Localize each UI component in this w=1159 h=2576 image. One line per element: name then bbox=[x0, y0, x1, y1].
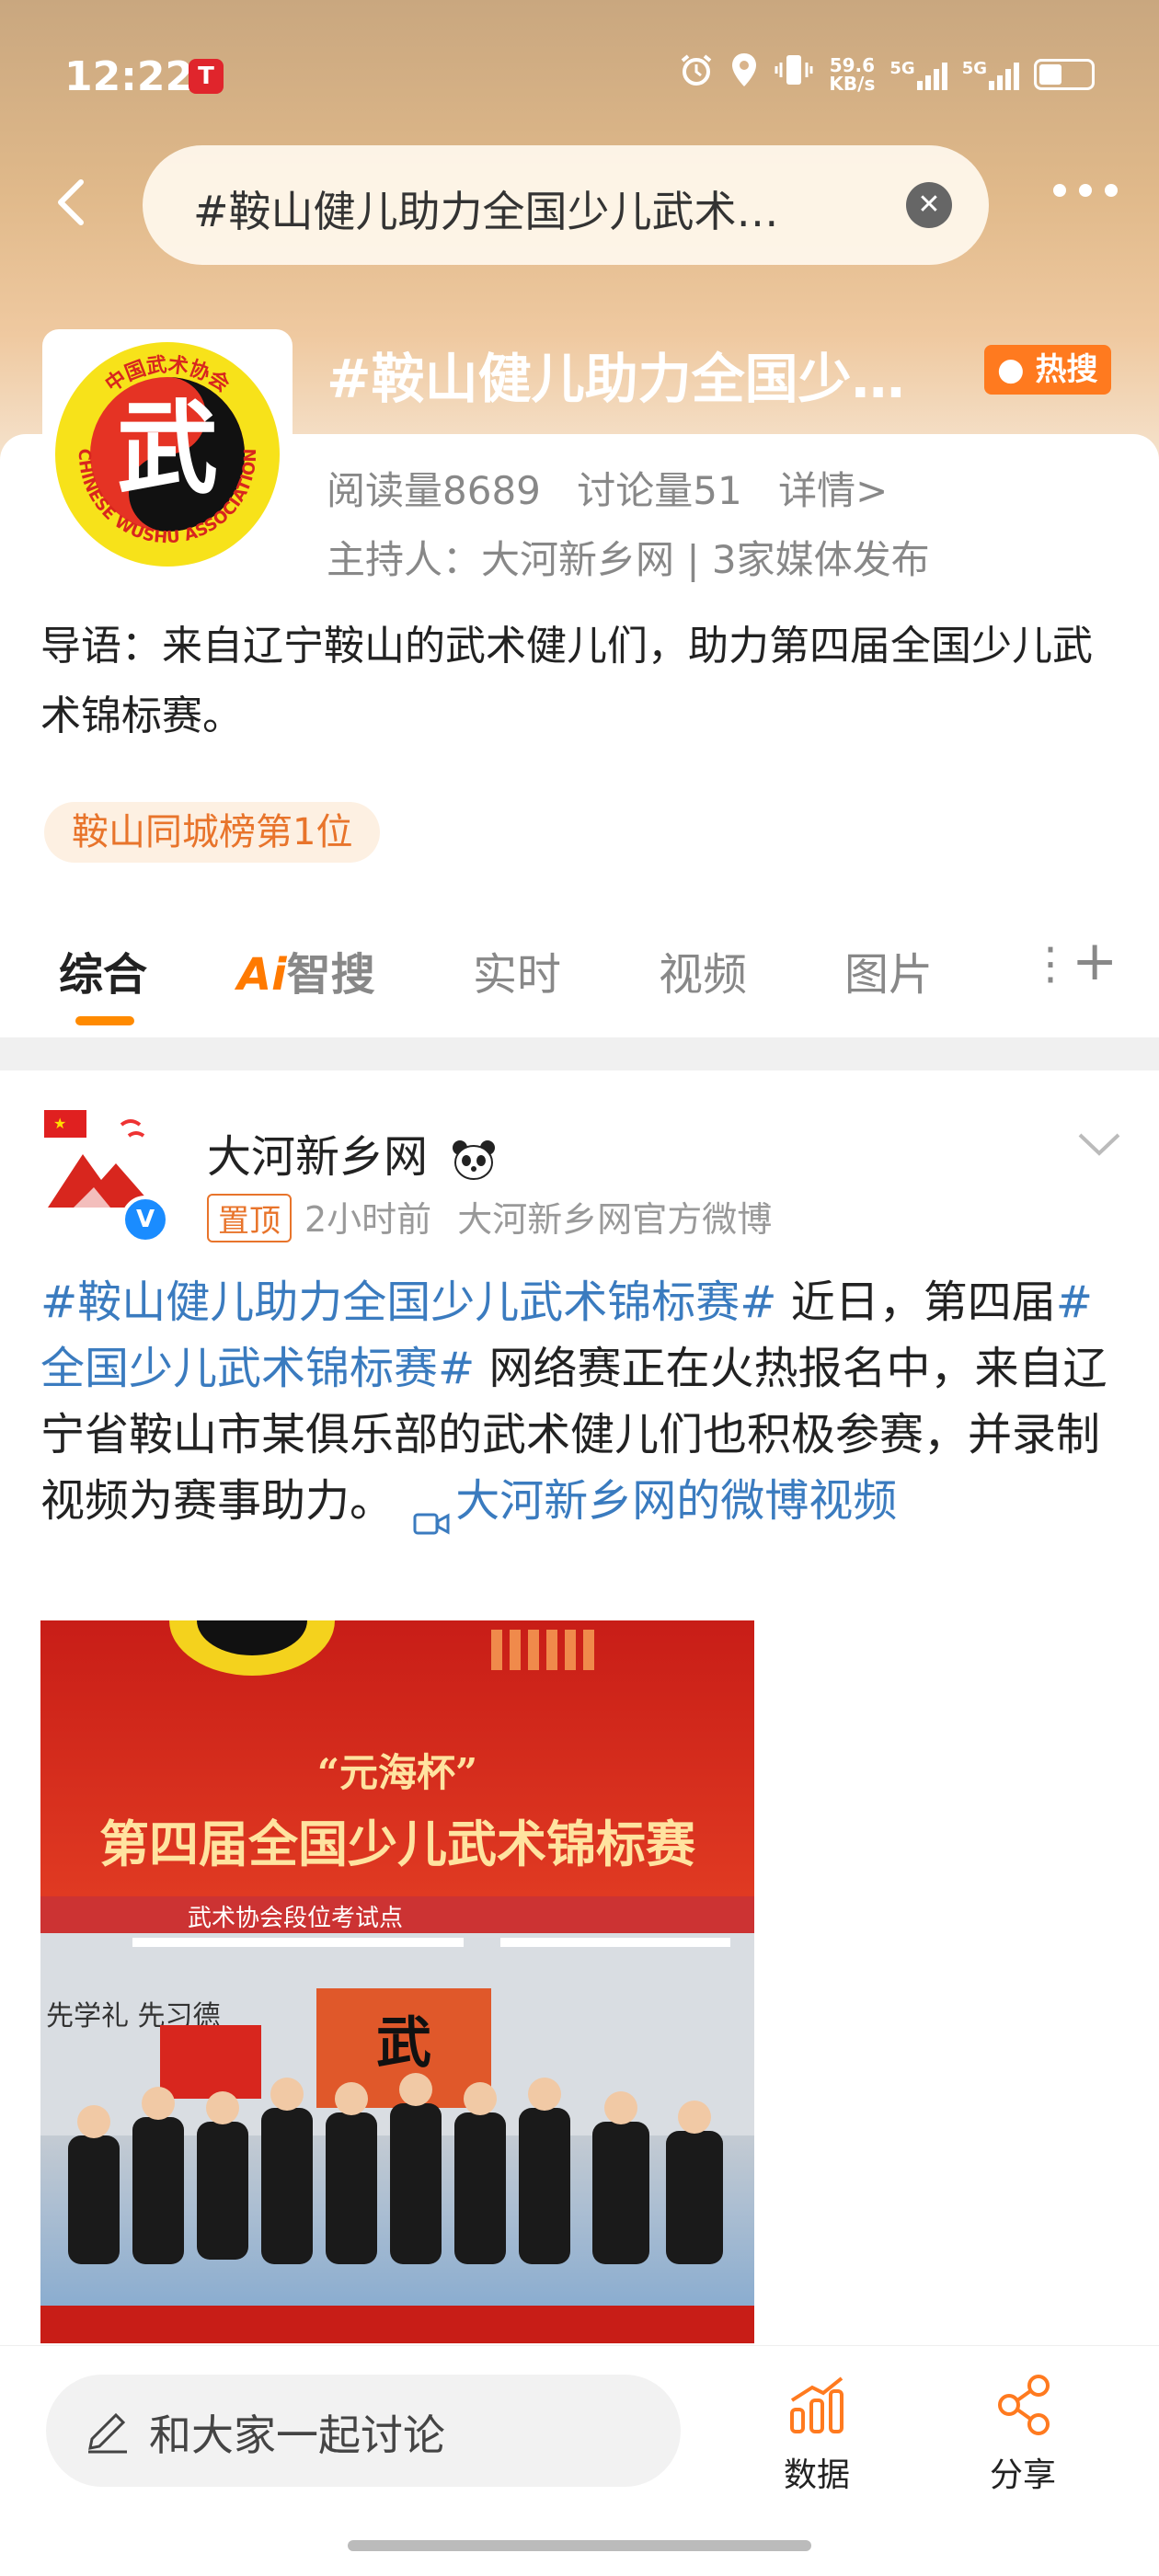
share-label: 分享 bbox=[989, 2456, 1056, 2494]
video-camera-icon bbox=[413, 1490, 450, 1535]
location-icon bbox=[729, 52, 759, 97]
section-divider bbox=[0, 1037, 1159, 1070]
back-button[interactable] bbox=[46, 175, 101, 230]
discuss-input[interactable]: 和大家一起讨论 bbox=[46, 2375, 681, 2487]
signal-label-2: 5G bbox=[961, 58, 987, 78]
chevron-down-icon[interactable] bbox=[1076, 1129, 1122, 1157]
post-video-thumbnail[interactable]: “元海杯” 第四届全国少儿武术锦标赛 武术协会段位考试点 先学礼 先习德 武 bbox=[40, 1620, 754, 2343]
share-icon bbox=[998, 2375, 1050, 2435]
data-button[interactable]: 数据 bbox=[762, 2373, 872, 2496]
tesla-app-icon: T bbox=[189, 59, 224, 94]
data-label: 数据 bbox=[783, 2456, 850, 2494]
post-meta: 置顶 2小时前 大河新乡网官方微博 bbox=[207, 1191, 772, 1242]
video-link[interactable]: 大河新乡网的微博视频 bbox=[407, 1475, 897, 1535]
status-time: 12:22 bbox=[64, 53, 194, 100]
signal-label: 5G bbox=[889, 58, 915, 78]
post-time: 2小时前 bbox=[304, 1199, 432, 1240]
search-bar[interactable]: #鞍山健儿助力全国少儿武术… ✕ bbox=[143, 145, 989, 265]
clear-search-button[interactable]: ✕ bbox=[906, 182, 952, 228]
topic-intro: 导语：来自辽宁鞍山的武术健儿们，助力第四届全国少儿武术锦标赛。 bbox=[40, 623, 1093, 739]
svg-text:★: ★ bbox=[53, 1115, 66, 1132]
hot-search-badge[interactable]: ● 热搜 bbox=[984, 345, 1111, 395]
city-rank-badge[interactable]: 鞍山同城榜第1位 bbox=[44, 802, 381, 863]
tab-comprehensive[interactable]: 综合 bbox=[59, 938, 147, 1002]
signal-strength-icon-2 bbox=[989, 59, 1019, 90]
topic-stats: 阅读量8689 讨论量51 详情> bbox=[327, 460, 912, 516]
wushu-association-logo: 武 中国武术协会 CHINESE WUSHU ASSOCIATION bbox=[42, 329, 293, 579]
discussion-count: 讨论量51 bbox=[577, 468, 742, 513]
active-tab-indicator bbox=[75, 1016, 134, 1025]
home-indicator[interactable] bbox=[348, 2540, 811, 2551]
pencil-icon bbox=[83, 2406, 132, 2456]
panda-icon bbox=[451, 1139, 497, 1181]
post-source: 大河新乡网官方微博 bbox=[457, 1199, 773, 1240]
topic-title: #鞍山健儿助力全国少… bbox=[327, 348, 905, 410]
read-count: 阅读量8689 bbox=[327, 468, 541, 513]
post-author[interactable]: 大河新乡网 bbox=[207, 1120, 497, 1185]
search-query[interactable]: #鞍山健儿助力全国少儿武术… bbox=[193, 178, 779, 239]
tab-bar: 综合 实时 视频 图片 bbox=[0, 938, 1159, 1030]
add-tab-button[interactable]: + bbox=[1072, 929, 1118, 993]
share-button[interactable]: 分享 bbox=[968, 2373, 1078, 2496]
topic-host[interactable]: 主持人：大河新乡网 | 3家媒体发布 bbox=[327, 529, 930, 585]
pinned-badge: 置顶 bbox=[207, 1194, 292, 1242]
tab-realtime[interactable]: 实时 bbox=[473, 938, 561, 1002]
alarm-icon bbox=[678, 52, 715, 97]
verified-badge-icon: V bbox=[121, 1196, 169, 1243]
signal-strength-icon bbox=[916, 59, 947, 90]
logo-char: 武 bbox=[117, 389, 218, 508]
network-speed: 59.6 KB/s bbox=[829, 53, 876, 95]
details-link[interactable]: 详情> bbox=[778, 468, 888, 513]
tab-video[interactable]: 视频 bbox=[659, 938, 747, 1002]
vibrate-icon bbox=[774, 52, 814, 97]
more-tabs-icon[interactable]: ⋮ bbox=[1028, 938, 1073, 990]
status-bar: 12:22 T 59.6 KB/s 5G 5G bbox=[0, 37, 1159, 110]
tab-ai-search[interactable]: Ai智搜 bbox=[237, 938, 375, 1002]
discuss-placeholder: 和大家一起讨论 bbox=[149, 2410, 445, 2460]
poster-cup-title: “元海杯” bbox=[317, 1750, 477, 1795]
tab-images[interactable]: 图片 bbox=[844, 938, 933, 1002]
location-pin-icon: ● bbox=[997, 351, 1025, 388]
svg-text:武: 武 bbox=[376, 2011, 431, 2076]
poster-banner-text: 武术协会段位考试点 bbox=[188, 1905, 403, 1932]
poster-event-title: 第四届全国少儿武术锦标赛 bbox=[99, 1815, 696, 1873]
more-options-button[interactable] bbox=[1053, 184, 1118, 197]
post-body: #鞍山健儿助力全国少儿武术锦标赛# 近日，第四届#全国少儿武术锦标赛# 网络赛正… bbox=[40, 1269, 1135, 1535]
battery-icon bbox=[1034, 58, 1095, 90]
data-chart-icon bbox=[790, 2376, 843, 2433]
hashtag-link[interactable]: #鞍山健儿助力全国少儿武术锦标赛# bbox=[40, 1277, 776, 1328]
